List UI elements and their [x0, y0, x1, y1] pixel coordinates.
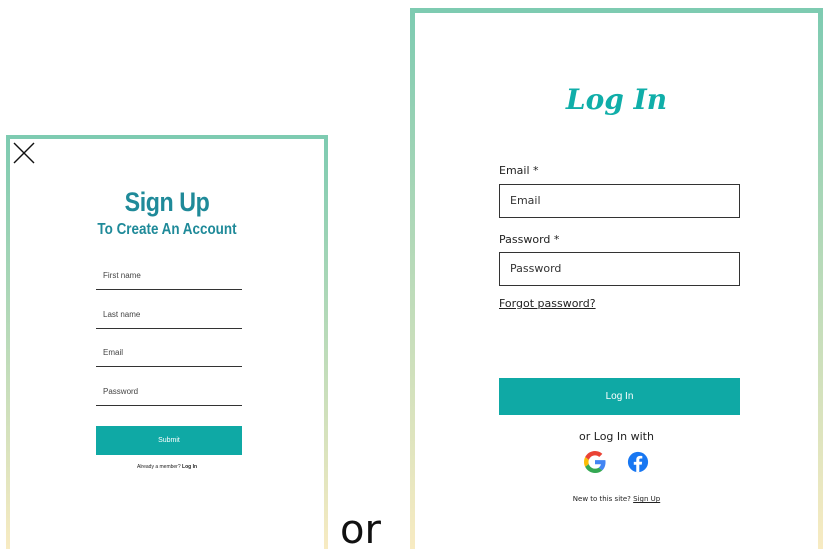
login-link[interactable]: Log In	[182, 464, 197, 470]
email-field[interactable]: Email	[96, 345, 242, 367]
facebook-icon[interactable]	[627, 451, 649, 473]
email-label: Email *	[499, 164, 539, 177]
first-name-placeholder: First name	[103, 271, 141, 280]
login-title: Log In	[565, 83, 668, 116]
close-icon[interactable]	[12, 141, 36, 165]
submit-button[interactable]: Submit	[96, 426, 242, 455]
member-prompt: Already a member? Log In	[10, 464, 324, 470]
login-password-placeholder: Password	[510, 262, 562, 275]
email-placeholder: Email	[103, 348, 124, 357]
login-email-input[interactable]: Email	[499, 184, 740, 218]
forgot-password-link[interactable]: Forgot password?	[499, 297, 596, 310]
login-password-input[interactable]: Password	[499, 252, 740, 286]
signup-panel: Sign Up To Create An Account First name …	[6, 135, 328, 549]
social-login-prompt: or Log In with	[579, 430, 654, 443]
login-button[interactable]: Log In	[499, 378, 740, 415]
password-field[interactable]: Password	[96, 384, 242, 406]
login-panel: Log In Email * Email Password * Password…	[410, 8, 823, 549]
first-name-field[interactable]: First name	[96, 268, 242, 290]
last-name-field[interactable]: Last name	[96, 307, 242, 329]
password-label: Password *	[499, 233, 560, 246]
google-icon[interactable]	[584, 451, 606, 473]
signup-title: Sign Up	[124, 187, 210, 217]
signup-link[interactable]: Sign Up	[633, 495, 660, 503]
login-email-placeholder: Email	[510, 194, 541, 207]
signup-subtitle: To Create An Account	[97, 221, 237, 238]
signup-form: Sign Up To Create An Account First name …	[10, 139, 324, 549]
member-prompt-text: Already a member?	[136, 464, 181, 470]
new-to-site-prompt: New to this site? Sign Up	[415, 495, 818, 503]
new-to-site-text: New to this site?	[572, 495, 631, 503]
social-login-row	[415, 451, 818, 473]
password-placeholder: Password	[103, 387, 139, 396]
or-separator: or	[340, 507, 381, 553]
last-name-placeholder: Last name	[103, 310, 141, 319]
